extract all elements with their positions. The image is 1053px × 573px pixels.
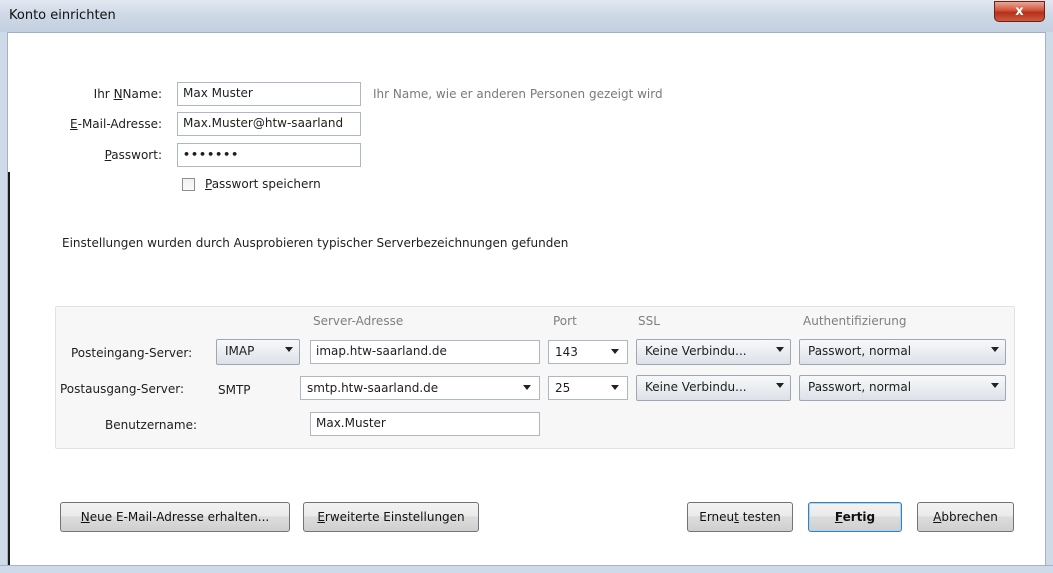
incoming-server-label: Posteingang-Server: bbox=[71, 346, 193, 360]
advanced-text: rweiterte Einstellungen bbox=[324, 510, 465, 524]
done-text: ertig bbox=[842, 510, 876, 524]
save-password-accesskey: P bbox=[205, 177, 212, 191]
new-email-accesskey: N bbox=[80, 510, 90, 524]
outgoing-address-combo[interactable]: smtp.htw-saarland.de bbox=[300, 376, 540, 400]
window-frame-line bbox=[8, 172, 10, 573]
outgoing-server-label: Postausgang-Server: bbox=[60, 382, 185, 396]
header-port: Port bbox=[553, 314, 577, 328]
name-label: Ihr NName: bbox=[93, 87, 162, 101]
incoming-ssl-value: Keine Verbindu... bbox=[645, 344, 747, 358]
outgoing-port-value: 25 bbox=[555, 381, 571, 395]
window-title: Konto einrichten bbox=[9, 8, 116, 23]
title-bar: Konto einrichten x bbox=[0, 0, 1053, 33]
chevron-down-icon bbox=[611, 349, 619, 354]
name-input[interactable]: Max Muster bbox=[177, 82, 361, 106]
email-label-text: -Mail-Adresse: bbox=[77, 117, 162, 131]
advanced-settings-button[interactable]: Erweiterte Einstellungen bbox=[303, 502, 479, 532]
done-accesskey: F bbox=[834, 510, 843, 524]
save-password-checkbox[interactable] bbox=[182, 178, 195, 191]
incoming-protocol-value: IMAP bbox=[225, 344, 255, 358]
name-label-accesskey: N bbox=[113, 87, 123, 101]
incoming-protocol-select[interactable]: IMAP bbox=[216, 339, 300, 365]
incoming-auth-select[interactable]: Passwort, normal bbox=[799, 339, 1006, 365]
outgoing-port-combo[interactable]: 25 bbox=[548, 376, 628, 400]
chevron-down-icon bbox=[991, 347, 999, 352]
incoming-port-combo[interactable]: 143 bbox=[548, 340, 628, 364]
incoming-address-input[interactable]: imap.htw-saarland.de bbox=[310, 340, 540, 364]
window-frame-bottom bbox=[0, 565, 1053, 573]
header-server-address: Server-Adresse bbox=[313, 314, 404, 328]
username-label: Benutzername: bbox=[105, 418, 198, 432]
username-input[interactable]: Max.Muster bbox=[310, 412, 540, 436]
incoming-port-value: 143 bbox=[555, 345, 578, 359]
email-label-accesskey: E bbox=[70, 117, 78, 131]
name-hint: Ihr Name, wie er anderen Personen gezeig… bbox=[373, 87, 663, 101]
email-label: E-Mail-Adresse: bbox=[52, 117, 162, 131]
new-email-address-button[interactable]: Neue E-Mail-Adresse erhalten... bbox=[60, 502, 290, 532]
advanced-accesskey: E bbox=[317, 510, 325, 524]
password-label-text: asswort: bbox=[111, 148, 162, 162]
chevron-down-icon bbox=[991, 383, 999, 388]
outgoing-address-value: smtp.htw-saarland.de bbox=[307, 381, 439, 395]
save-password-text: asswort speichern bbox=[211, 177, 321, 191]
outgoing-ssl-value: Keine Verbindu... bbox=[645, 380, 747, 394]
done-button[interactable]: Fertig bbox=[808, 502, 902, 532]
close-button[interactable]: x bbox=[994, 1, 1045, 22]
cancel-button[interactable]: Abbrechen bbox=[917, 502, 1014, 532]
retest-button[interactable]: Erneut testen bbox=[687, 502, 793, 532]
chevron-down-icon bbox=[776, 347, 784, 352]
email-input[interactable]: Max.Muster@htw-saarland bbox=[177, 112, 361, 136]
retest-text-pre: Erneu bbox=[699, 510, 735, 524]
outgoing-auth-value: Passwort, normal bbox=[808, 380, 912, 394]
chevron-down-icon bbox=[523, 385, 531, 390]
incoming-auth-value: Passwort, normal bbox=[808, 344, 912, 358]
retest-text-post: testen bbox=[738, 510, 781, 524]
window-frame-right bbox=[1045, 32, 1053, 573]
incoming-ssl-select[interactable]: Keine Verbindu... bbox=[636, 339, 791, 365]
save-password-label[interactable]: Passwort speichern bbox=[205, 177, 321, 191]
name-label-text: Name: bbox=[122, 87, 162, 101]
header-ssl: SSL bbox=[638, 314, 660, 328]
outgoing-auth-select[interactable]: Passwort, normal bbox=[799, 375, 1006, 401]
status-message: Einstellungen wurden durch Ausprobieren … bbox=[62, 236, 569, 250]
password-input[interactable]: ••••••• bbox=[177, 143, 361, 167]
outgoing-ssl-select[interactable]: Keine Verbindu... bbox=[636, 375, 791, 401]
chevron-down-icon bbox=[776, 383, 784, 388]
chevron-down-icon bbox=[611, 385, 619, 390]
header-auth: Authentifizierung bbox=[803, 314, 907, 328]
password-label: Passwort: bbox=[52, 148, 162, 162]
outgoing-protocol-value: SMTP bbox=[218, 383, 251, 397]
new-email-text: eue E-Mail-Adresse erhalten... bbox=[89, 510, 270, 524]
window-frame-left bbox=[0, 32, 8, 573]
cancel-text: bbrechen bbox=[941, 510, 998, 524]
chevron-down-icon bbox=[285, 347, 293, 352]
